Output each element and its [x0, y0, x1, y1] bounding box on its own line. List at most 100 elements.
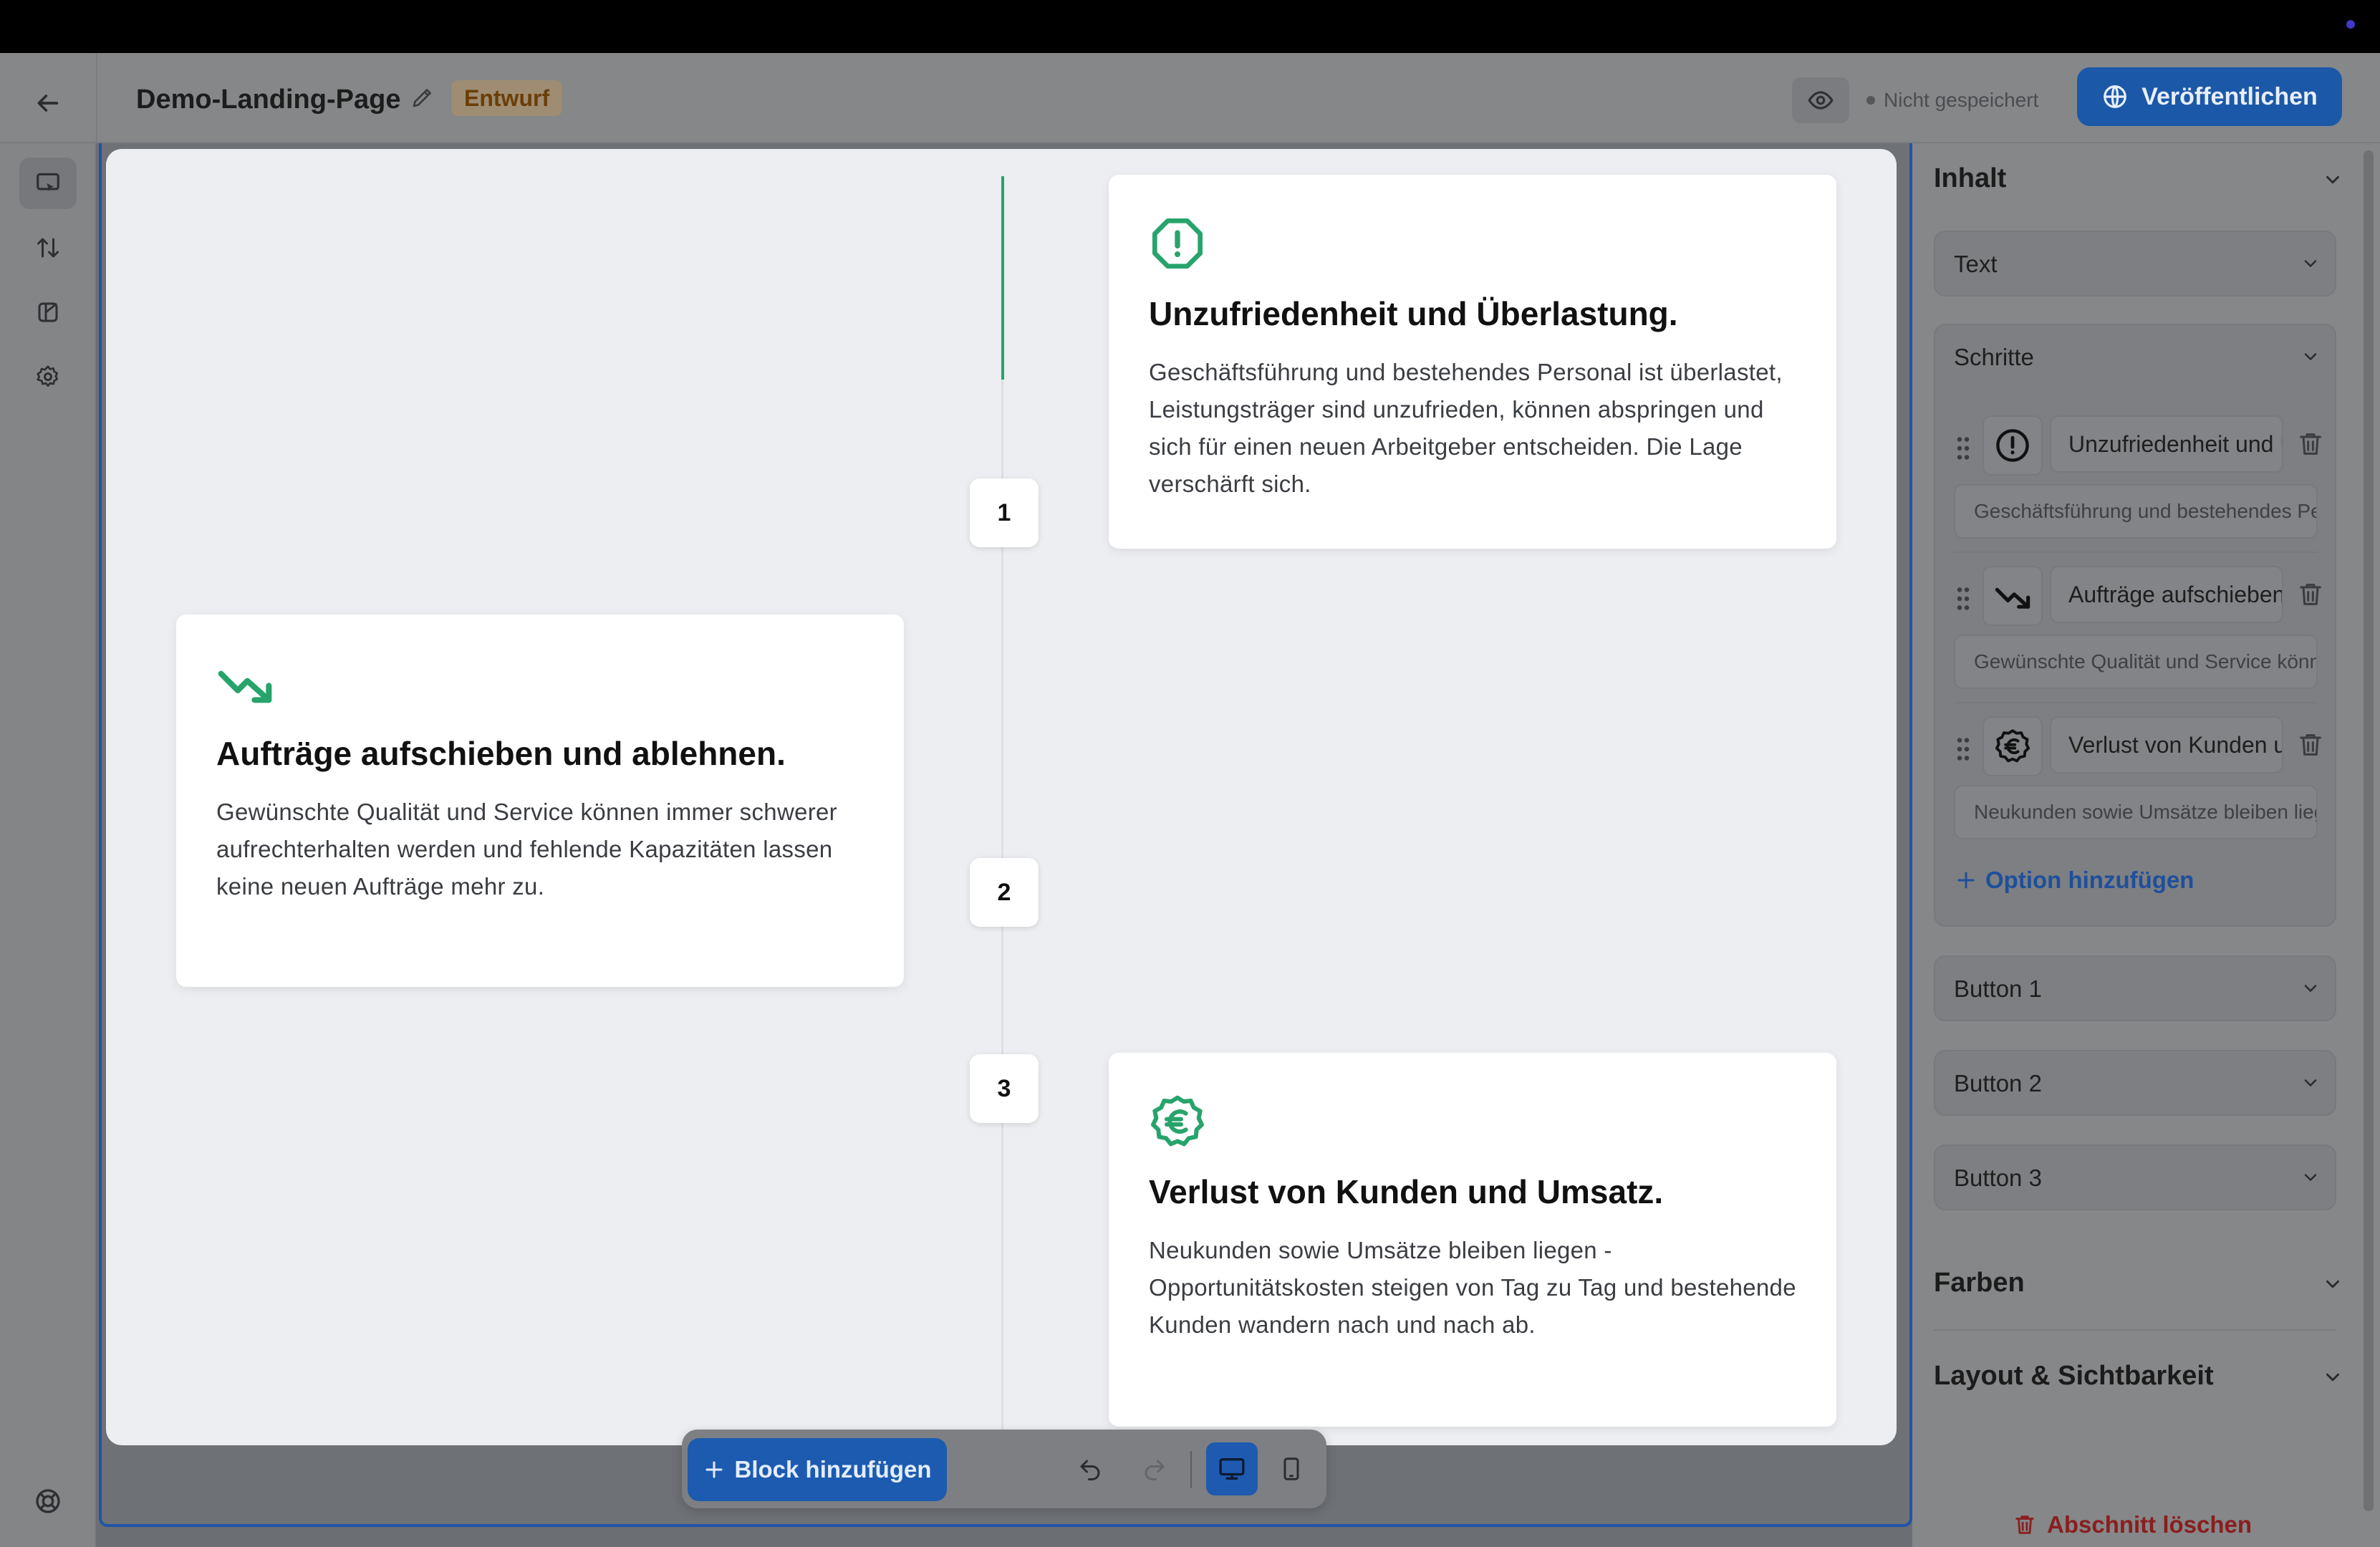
top-bar: [0, 0, 2380, 53]
layout-visibility-header[interactable]: Layout & Sichtbarkeit: [1934, 1361, 2214, 1392]
step-card[interactable]: Unzufriedenheit und Überlastung. Geschäf…: [1109, 175, 1836, 549]
step-separator: [1954, 702, 2318, 703]
mobile-view-button[interactable]: [1269, 1442, 1314, 1495]
publish-button[interactable]: Veröffentlichen: [2077, 67, 2342, 126]
step-number-badge: 1: [970, 478, 1039, 547]
step-text: Gewünschte Qualität und Service können i…: [216, 799, 837, 900]
step-item: Verlust von Kunden und Umsatz. Neukunden…: [1954, 716, 2323, 845]
drag-handle-icon[interactable]: [1954, 735, 1972, 763]
properties-panel: Inhalt Text Schritte Unzufriedenheit und…: [1912, 143, 2380, 1547]
header-divider: [96, 53, 97, 143]
settings-icon: [37, 365, 59, 387]
chevron-down-icon: [2326, 1280, 2339, 1288]
mobile-icon: [1283, 1457, 1299, 1480]
step-card[interactable]: Aufträge aufschieben und ablehnen. Gewün…: [176, 615, 904, 987]
step-icon-picker[interactable]: [1982, 566, 2043, 626]
button-3-label: Button 3: [1954, 1165, 2042, 1191]
drag-handle-icon[interactable]: [1954, 434, 1972, 463]
globe-icon: [2104, 85, 2127, 108]
add-block-button[interactable]: Block hinzufügen: [688, 1438, 947, 1501]
save-status-text: Nicht gespeichert: [1884, 89, 2039, 111]
save-status: Nicht gespeichert: [1866, 85, 2038, 116]
undo-button[interactable]: [1069, 1448, 1112, 1491]
button-2-label: Button 2: [1954, 1070, 2042, 1097]
add-option-label: Option hinzufügen: [1985, 867, 2194, 893]
chevron-down-icon: [2304, 1174, 2317, 1181]
trash-icon[interactable]: [2296, 731, 2325, 759]
step-icon-picker[interactable]: [1982, 716, 2043, 776]
step-description-input[interactable]: Gewünschte Qualität und Service können i…: [1954, 635, 2318, 689]
step-title-input[interactable]: Aufträge aufschieben und ablehnen.: [2050, 566, 2283, 623]
rename-button[interactable]: [410, 85, 438, 113]
button-2-group[interactable]: Button 2: [1934, 1050, 2336, 1116]
trash-icon: [2015, 1515, 2034, 1534]
drag-handle-icon[interactable]: [1954, 584, 1972, 613]
layout-icon: [38, 302, 58, 322]
toolbar-divider: [1190, 1451, 1192, 1488]
trending-down-icon: [1995, 587, 2030, 609]
redo-icon: [1145, 1460, 1165, 1480]
settings-button[interactable]: [19, 351, 77, 403]
plus-icon: [1957, 872, 1975, 889]
step-card[interactable]: Verlust von Kunden und Umsatz. Neukunden…: [1109, 1053, 1836, 1427]
panel-scrollbar[interactable]: [2364, 150, 2374, 1511]
chevron-down-icon: [2326, 1373, 2339, 1382]
timeline-progress-line: [1001, 176, 1004, 380]
delete-section-label: Abschnitt löschen: [2047, 1511, 2253, 1538]
step-description-input[interactable]: Neukunden sowie Umsätze bleiben liegen: [1954, 785, 2318, 839]
step-title-input[interactable]: Verlust von Kunden und Umsatz.: [2050, 716, 2283, 774]
desktop-icon: [1219, 1458, 1245, 1480]
steps-group-label[interactable]: Schritte: [1954, 344, 2034, 371]
euro-badge-icon: [1995, 729, 2030, 763]
page-title: Demo-Landing-Page: [136, 85, 401, 115]
euro-badge-icon: [1149, 1093, 1206, 1150]
button-1-group[interactable]: Button 1: [1934, 955, 2336, 1021]
step-number-badge: 2: [970, 858, 1039, 927]
farben-header[interactable]: Farben: [1934, 1268, 2025, 1298]
help-button[interactable]: [19, 1475, 77, 1527]
reorder-icon: [37, 238, 59, 258]
step-text: Neukunden sowie Umsätze bleiben liegen -…: [1149, 1237, 1796, 1338]
add-block-label: Block hinzufügen: [734, 1456, 932, 1483]
step-description-input[interactable]: Geschäftsführung und bestehendes Persona…: [1954, 484, 2318, 539]
desktop-view-button[interactable]: [1206, 1442, 1258, 1495]
left-toolbar: [0, 143, 96, 1547]
trash-icon[interactable]: [2296, 580, 2325, 609]
redo-button[interactable]: [1133, 1448, 1176, 1491]
save-status-dot: [1866, 96, 1875, 105]
chevron-down-icon: [2304, 985, 2317, 992]
inhalt-header[interactable]: Inhalt: [1934, 163, 2006, 194]
edit-block-button[interactable]: [19, 158, 77, 209]
arrow-left-icon: [37, 95, 59, 112]
step-text: Geschäftsführung und bestehendes Persona…: [1149, 359, 1783, 497]
trash-icon[interactable]: [2296, 430, 2325, 458]
step-item: Unzufriedenheit und Überlastung. Geschäf…: [1954, 415, 2323, 544]
reorder-button[interactable]: [19, 222, 77, 274]
add-option-button[interactable]: Option hinzufügen: [1955, 867, 2194, 894]
text-group[interactable]: Text: [1934, 231, 2336, 297]
layout-button[interactable]: [19, 286, 77, 338]
pencil-icon: [413, 89, 431, 107]
button-1-label: Button 1: [1954, 975, 2042, 1002]
chevron-down-icon: [2326, 175, 2339, 184]
status-dot: [2346, 20, 2355, 29]
trending-down-icon: [216, 655, 274, 712]
editor-header: Demo-Landing-Page Entwurf Nicht gespeich…: [0, 53, 2380, 143]
step-number-badge: 3: [970, 1054, 1039, 1123]
delete-section-button[interactable]: Abschnitt löschen: [2013, 1511, 2252, 1538]
back-button[interactable]: [26, 82, 69, 125]
button-3-group[interactable]: Button 3: [1934, 1144, 2336, 1210]
panel-separator: [1934, 1329, 2336, 1331]
steps-group: Schritte Unzufriedenheit und Überlastung…: [1934, 324, 2336, 927]
step-icon-picker[interactable]: [1982, 415, 2043, 476]
timeline-section[interactable]: 1 2 3 Unzufriedenheit und Überlastung. G…: [106, 149, 1897, 1445]
chevron-down-icon[interactable]: [2300, 347, 2321, 367]
publish-label: Veröffentlichen: [2141, 82, 2318, 110]
alert-circle-icon: [1996, 429, 2029, 462]
undo-icon: [1080, 1460, 1100, 1480]
preview-button[interactable]: [1792, 77, 1849, 123]
step-title: Aufträge aufschieben und ablehnen.: [216, 735, 786, 772]
step-title-input[interactable]: Unzufriedenheit und Überlastung.: [2050, 415, 2283, 473]
draft-badge: Entwurf: [451, 80, 563, 116]
chevron-down-icon: [2304, 260, 2317, 267]
